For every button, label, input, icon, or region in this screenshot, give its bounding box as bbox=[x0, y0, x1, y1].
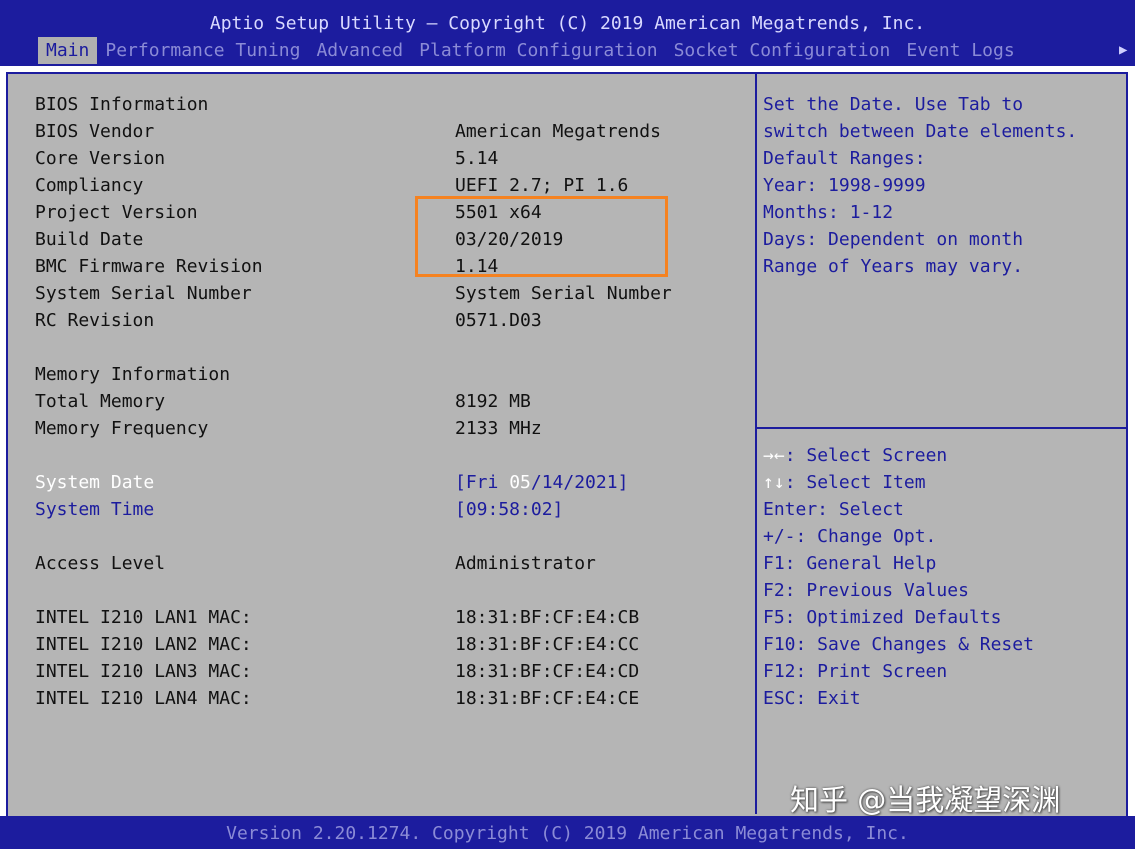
system-date-month-field[interactable]: 05 bbox=[509, 472, 531, 493]
total-memory-value: 8192 MB bbox=[455, 391, 531, 412]
key-desc: : Select Screen bbox=[784, 445, 948, 466]
title-bar: Aptio Setup Utility – Copyright (C) 2019… bbox=[0, 0, 1135, 66]
key-change-opt: +/-: Change Opt. bbox=[763, 526, 937, 547]
key-select-screen: →←: Select Screen bbox=[763, 442, 947, 469]
lan3-mac-value: 18:31:BF:CF:E4:CD bbox=[455, 661, 640, 682]
key-f1: F1: General Help bbox=[763, 553, 937, 574]
key-select-item: ↑↓: Select Item bbox=[763, 469, 926, 496]
system-date-label[interactable]: System Date bbox=[35, 469, 154, 496]
tab-performance-tuning[interactable]: Performance Tuning bbox=[97, 37, 308, 64]
left-right-arrows-icon: →← bbox=[763, 445, 785, 466]
lan1-mac-label: INTEL I210 LAN1 MAC: bbox=[35, 607, 252, 628]
help-line: Months: 1-12 bbox=[763, 202, 894, 223]
footer-version: Version 2.20.1274. Copyright (C) 2019 Am… bbox=[226, 823, 909, 844]
system-date-value[interactable]: [Fri 05/14/2021] bbox=[455, 469, 628, 496]
bios-vendor-label: BIOS Vendor bbox=[35, 121, 155, 142]
memory-frequency-label: Memory Frequency bbox=[35, 418, 209, 439]
key-enter: Enter: Select bbox=[763, 499, 904, 520]
system-date-prefix: [Fri bbox=[455, 472, 510, 493]
help-line: Range of Years may vary. bbox=[763, 256, 1024, 277]
rc-revision-value: 0571.D03 bbox=[455, 310, 542, 331]
key-f2: F2: Previous Values bbox=[763, 580, 969, 601]
tab-socket-configuration[interactable]: Socket Configuration bbox=[666, 37, 899, 64]
build-date-label: Build Date bbox=[35, 229, 144, 250]
memory-frequency-value: 2133 MHz bbox=[455, 418, 542, 439]
system-time-label[interactable]: System Time bbox=[35, 496, 154, 523]
panel-divider-vertical bbox=[755, 72, 757, 814]
tab-platform-configuration[interactable]: Platform Configuration bbox=[411, 37, 665, 64]
lan2-mac-value: 18:31:BF:CF:E4:CC bbox=[455, 634, 640, 655]
key-f5: F5: Optimized Defaults bbox=[763, 607, 1002, 628]
compliancy-label: Compliancy bbox=[35, 175, 144, 196]
help-line: Year: 1998-9999 bbox=[763, 175, 926, 196]
access-level-value: Administrator bbox=[455, 553, 596, 574]
lan4-mac-value: 18:31:BF:CF:E4:CE bbox=[455, 688, 640, 709]
up-down-arrows-icon: ↑↓ bbox=[763, 472, 785, 493]
footer-bar: Version 2.20.1274. Copyright (C) 2019 Am… bbox=[0, 816, 1135, 849]
total-memory-label: Total Memory bbox=[35, 391, 166, 412]
core-version-label: Core Version bbox=[35, 148, 166, 169]
tab-advanced[interactable]: Advanced bbox=[308, 37, 411, 64]
watermark: 知乎 @当我凝望深渊 bbox=[790, 783, 1061, 817]
key-esc: ESC: Exit bbox=[763, 688, 861, 709]
help-line: Days: Dependent on month bbox=[763, 229, 1024, 250]
tab-bar: Main Performance Tuning Advanced Platform C… bbox=[38, 37, 1023, 64]
memory-info-header: Memory Information bbox=[35, 364, 231, 385]
lan3-mac-label: INTEL I210 LAN3 MAC: bbox=[35, 661, 252, 682]
help-line: switch between Date elements. bbox=[763, 121, 1078, 142]
help-divider-horizontal bbox=[757, 427, 1126, 429]
system-time-value[interactable]: [09:58:02] bbox=[455, 496, 563, 523]
key-f12: F12: Print Screen bbox=[763, 661, 948, 682]
system-serial-label: System Serial Number bbox=[35, 283, 252, 304]
system-date-suffix: /14/2021] bbox=[530, 472, 629, 493]
key-f10: F10: Save Changes & Reset bbox=[763, 634, 1034, 655]
tab-main[interactable]: Main bbox=[38, 37, 98, 64]
bios-vendor-value: American Megatrends bbox=[455, 121, 661, 142]
system-serial-value: System Serial Number bbox=[455, 283, 672, 304]
core-version-value: 5.14 bbox=[455, 148, 499, 169]
compliancy-value: UEFI 2.7; PI 1.6 bbox=[455, 175, 629, 196]
highlight-box bbox=[415, 196, 668, 277]
app-title: Aptio Setup Utility – Copyright (C) 2019… bbox=[209, 13, 926, 34]
project-version-label: Project Version bbox=[35, 202, 198, 223]
bios-info-header: BIOS Information bbox=[35, 94, 209, 115]
lan2-mac-label: INTEL I210 LAN2 MAC: bbox=[35, 634, 252, 655]
key-desc: : Select Item bbox=[784, 472, 926, 493]
help-line: Default Ranges: bbox=[763, 148, 926, 169]
rc-revision-label: RC Revision bbox=[35, 310, 155, 331]
access-level-label: Access Level bbox=[35, 553, 166, 574]
lan1-mac-value: 18:31:BF:CF:E4:CB bbox=[455, 607, 640, 628]
lan4-mac-label: INTEL I210 LAN4 MAC: bbox=[35, 688, 252, 709]
tab-event-logs[interactable]: Event Logs bbox=[898, 37, 1022, 64]
help-line: Set the Date. Use Tab to bbox=[763, 94, 1024, 115]
right-triangle-icon[interactable]: ▶ bbox=[1119, 37, 1135, 64]
bmc-firmware-label: BMC Firmware Revision bbox=[35, 256, 263, 277]
